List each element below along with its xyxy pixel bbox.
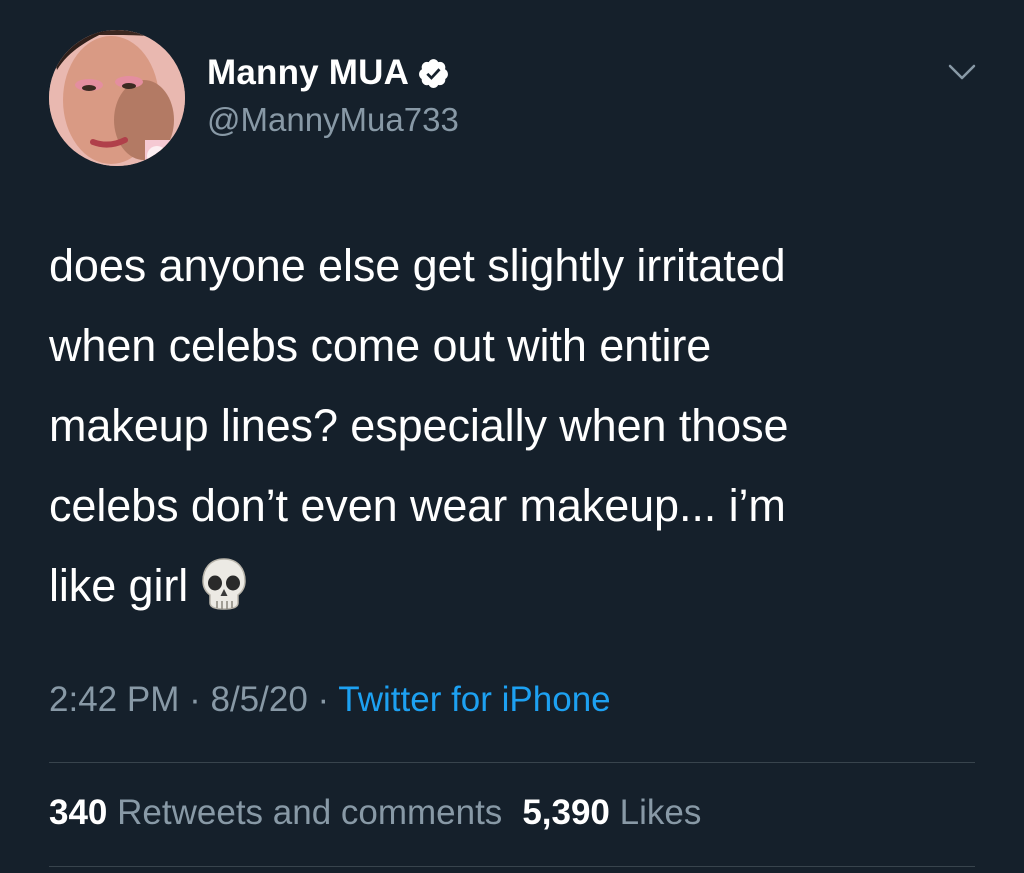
tweet-time[interactable]: 2:42 PM [49, 680, 179, 719]
tweet-card: Manny MUA @MannyMua733 does anyone else … [0, 0, 1024, 873]
meta-separator: · [317, 680, 330, 719]
tweet-source-link[interactable]: Twitter for iPhone [338, 680, 610, 719]
tweet-date[interactable]: 8/5/20 [210, 680, 307, 719]
retweets-label: Retweets and comments [117, 793, 503, 832]
verified-badge-icon [417, 57, 450, 90]
retweets-stat[interactable]: 340 Retweets and comments [49, 793, 502, 832]
avatar[interactable] [49, 30, 185, 166]
author-handle[interactable]: @MannyMua733 [207, 101, 459, 139]
retweets-count: 340 [49, 793, 108, 832]
tweet-text-content: does anyone else get slightly irritated … [49, 240, 789, 611]
likes-stat[interactable]: 5,390 Likes [522, 793, 701, 832]
tweet-stats: 340 Retweets and comments 5,390 Likes [49, 793, 701, 833]
display-name[interactable]: Manny MUA [207, 53, 409, 93]
avatar-image [49, 30, 185, 166]
author-name-row: Manny MUA [207, 50, 450, 96]
meta-separator: · [189, 680, 201, 719]
skull-icon [200, 556, 248, 610]
tweet-text: does anyone else get slightly irritated … [49, 226, 979, 626]
likes-label: Likes [619, 793, 702, 832]
chevron-down-icon[interactable] [946, 60, 978, 84]
divider [49, 866, 975, 867]
divider [49, 762, 975, 763]
tweet-meta: 2:42 PM · 8/5/20 · Twitter for iPhone [49, 680, 611, 720]
likes-count: 5,390 [522, 793, 610, 832]
